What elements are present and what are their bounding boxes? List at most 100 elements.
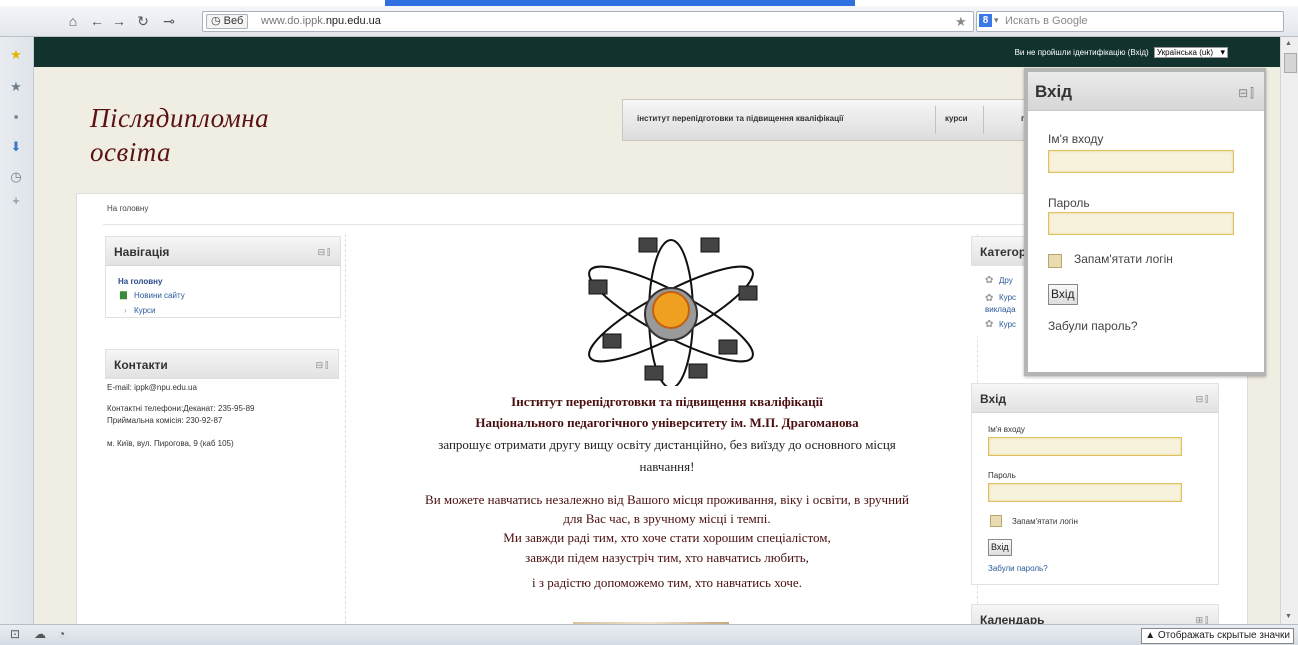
block-header: Вхід ⊟⫿ xyxy=(972,384,1218,413)
main-menu: інститут перепідготовки та підвищення кв… xyxy=(622,99,1074,141)
login-button[interactable]: Вхід xyxy=(988,539,1012,556)
show-hidden-icons-tooltip[interactable]: ▲ Отображать скрытые значки xyxy=(1141,628,1294,644)
institute-logo xyxy=(588,237,758,386)
divider xyxy=(345,234,347,624)
nav-home-link[interactable]: На головну xyxy=(118,277,162,286)
url-text[interactable]: www.do.ippk.npu.edu.ua xyxy=(261,15,381,27)
password-field[interactable] xyxy=(988,483,1182,502)
category-link[interactable]: Дру xyxy=(999,276,1013,285)
bookmark-star-icon[interactable]: ★ xyxy=(8,79,24,95)
url-domain: npu.edu.ua xyxy=(325,15,381,27)
triangle-up-icon: ▲ xyxy=(1145,630,1156,641)
password-label: Пароль xyxy=(988,471,1016,480)
popup-password-label: Пароль xyxy=(1048,196,1090,210)
contact-email: E-mail: ippk@npu.edu.ua xyxy=(107,383,197,392)
reload-icon[interactable]: ↻ xyxy=(134,13,152,29)
window-icon[interactable]: ⊡ xyxy=(10,627,20,641)
menu-item-courses[interactable]: курси xyxy=(945,114,968,123)
category-icon: ✿ xyxy=(985,293,994,304)
plus-icon[interactable]: + xyxy=(8,193,24,209)
block-controls-icon[interactable]: ⊟⫿ xyxy=(316,360,330,371)
search-bar[interactable]: 8 ▾ Искать в Google xyxy=(976,11,1284,32)
intro-line5: і з радістю допоможемо тим, хто навчатис… xyxy=(532,575,802,590)
home-icon[interactable]: ⌂ xyxy=(64,13,82,29)
block-title: Категор xyxy=(980,245,1027,259)
back-icon[interactable]: ← xyxy=(88,13,106,29)
popup-remember-label: Запам'ятати логін xyxy=(1074,252,1173,266)
scroll-down-icon[interactable]: ▼ xyxy=(1285,613,1292,620)
login-status: Ви не пройшли ідентифікацію (Вхід) Украї… xyxy=(1015,47,1228,58)
bookmark-star-icon[interactable]: ★ xyxy=(955,14,967,30)
intro-line2: для Вас час, в зручному місці і темпі. xyxy=(563,511,771,526)
block-controls-icon[interactable]: ⊟⫿ xyxy=(1196,394,1210,405)
popup-username-field[interactable] xyxy=(1048,150,1234,173)
category-link-continuation[interactable]: виклада xyxy=(985,305,1016,314)
category-icon: ✿ xyxy=(985,319,994,330)
breadcrumb[interactable]: На головну xyxy=(107,204,148,213)
site-identity-chip[interactable]: ◷ Веб xyxy=(206,14,249,29)
username-field[interactable] xyxy=(988,437,1182,456)
key-icon[interactable]: ⊸ xyxy=(160,13,178,29)
speed-icon[interactable]: ◔ xyxy=(58,627,65,641)
search-input[interactable]: Искать в Google xyxy=(1005,15,1088,27)
calendar-block: Календарь ⊞⫿ xyxy=(971,604,1219,624)
popup-remember-checkbox[interactable] xyxy=(1048,254,1062,268)
invite-line2: навчання! xyxy=(639,459,695,474)
invite-line1: запрошує отримати другу вищу освіту дист… xyxy=(438,437,896,452)
save-icon[interactable]: ⬇ xyxy=(8,139,24,155)
forgot-password-link[interactable]: Забули пароль? xyxy=(988,564,1048,573)
block-controls-icon[interactable]: ⊟⫿ xyxy=(318,247,332,258)
navigation-block: Навігація ⊟⫿ На головну ▆ Новини сайту ›… xyxy=(105,236,341,318)
block-header: Навігація ⊟⫿ xyxy=(106,237,340,266)
category-link[interactable]: Курс xyxy=(999,320,1016,329)
block-title: Навігація xyxy=(114,245,170,259)
menu-separator xyxy=(983,106,984,134)
menu-item-institute[interactable]: інститут перепідготовки та підвищення кв… xyxy=(637,114,844,123)
block-title: Контакти xyxy=(114,358,168,372)
cloud-icon[interactable]: ☁ xyxy=(34,627,46,641)
address-bar[interactable]: ◷ Веб www.do.ippk.npu.edu.ua ★ xyxy=(202,11,974,32)
star-icon[interactable]: ★ xyxy=(8,47,24,63)
hidden-icons-label: Отображать скрытые значки xyxy=(1157,630,1290,641)
intro-line1: Ви можете навчатись незалежно від Вашого… xyxy=(425,492,909,507)
login-block: Вхід ⊟⫿ Ім'я входу Пароль Запам'ятати ло… xyxy=(971,383,1219,585)
popup-password-field[interactable] xyxy=(1048,212,1234,235)
remember-label: Запам'ятати логін xyxy=(1012,517,1078,526)
chevron-down-icon[interactable]: ▾ xyxy=(994,15,999,26)
language-select[interactable]: Українська (uk) xyxy=(1153,47,1228,58)
history-icon[interactable]: ◷ xyxy=(8,169,24,185)
forward-icon[interactable]: → xyxy=(110,13,128,29)
note-icon[interactable]: ▪ xyxy=(8,109,24,125)
institute-name-line2: Національного педагогічного університету… xyxy=(475,415,859,430)
block-title: Календарь xyxy=(980,613,1045,624)
popup-title: Вхід xyxy=(1035,82,1073,101)
login-status-text[interactable]: Ви не пройшли ідентифікацію (Вхід) xyxy=(1015,48,1149,57)
nav-site-news-link[interactable]: Новини сайту xyxy=(134,291,185,300)
news-icon: ▆ xyxy=(120,289,127,299)
url-prefix: www.do.ippk. xyxy=(261,15,326,27)
block-controls-icon[interactable]: ⊟⫿ xyxy=(1238,86,1256,101)
popup-login-button[interactable]: Вхід xyxy=(1048,284,1078,305)
search-engine-icon[interactable]: 8 xyxy=(979,14,992,27)
block-header: Календарь ⊞⫿ xyxy=(972,605,1218,624)
scroll-up-icon[interactable]: ▲ xyxy=(1285,40,1292,47)
remember-checkbox[interactable] xyxy=(990,515,1002,527)
nav-courses-link[interactable]: Курси xyxy=(134,306,156,315)
block-header: Контакти ⊟⫿ xyxy=(105,349,339,379)
block-controls-icon[interactable]: ⊞⫿ xyxy=(1196,615,1210,624)
site-header-bar: Ви не пройшли ідентифікацію (Вхід) Украї… xyxy=(34,37,1280,67)
institute-name-line1: Інститут перепідготовки та підвищення кв… xyxy=(511,394,823,409)
category-link[interactable]: Курс xyxy=(999,293,1016,302)
scrollbar-thumb[interactable] xyxy=(1284,53,1297,73)
popup-forgot-password-link[interactable]: Забули пароль? xyxy=(1048,319,1138,333)
popup-header: Вхід ⊟⫿ xyxy=(1028,72,1264,111)
vertical-scrollbar[interactable]: ▲ ▼ xyxy=(1280,37,1298,624)
username-label: Ім'я входу xyxy=(988,425,1025,434)
globe-icon: ◷ xyxy=(211,15,221,27)
site-title: Післядипломна освіта xyxy=(90,103,270,167)
contact-admissions: Приймальна комісія: 230-92-87 xyxy=(107,416,223,425)
browser-toolbar: ⌂ ← → ↻ ⊸ ◷ Веб www.do.ippk.npu.edu.ua ★… xyxy=(0,6,1298,37)
popup-username-label: Ім'я входу xyxy=(1048,132,1104,146)
contact-phones: Контактні телефони:Деканат: 235-95-89 xyxy=(107,404,255,413)
chevron-right-icon[interactable]: › xyxy=(124,306,127,315)
